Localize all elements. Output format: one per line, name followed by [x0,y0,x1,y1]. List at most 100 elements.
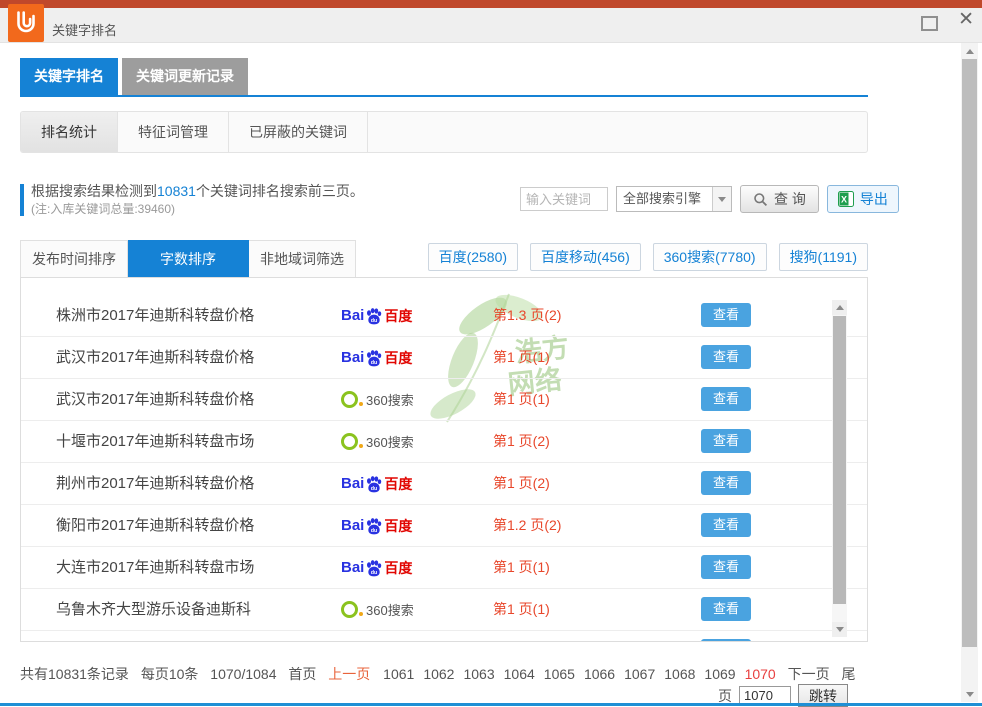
baidu-logo-name: 百度 [384,516,412,536]
so360-logo-name: 360搜索 [366,390,414,409]
svg-text:du: du [371,570,378,576]
scroll-up-icon[interactable] [961,43,978,59]
so360-ring-icon [341,601,358,618]
baidu-logo-name: 百度 [384,474,412,494]
window-scrollbar[interactable] [961,43,978,702]
baidu-logo-name: 百度 [384,348,412,368]
subtab-feature-word-management[interactable]: 特征词管理 [118,112,229,152]
so360-logo-icon: 360搜索 [341,390,414,409]
page-number-link[interactable]: 1062 [423,666,454,682]
view-button[interactable]: 查看 [701,429,751,453]
svg-text:du: du [371,318,378,324]
engine-counts: 百度(2580) 百度移动(456) 360搜索(7780) 搜狗(1191) [428,243,868,271]
page-number-link[interactable]: 1068 [664,666,695,682]
baidu-logo-icon: Baidu百度 [341,348,412,368]
maximize-button[interactable] [921,16,938,31]
engine-cell: 360搜索 [341,421,414,462]
filtertab-non-region-filter[interactable]: 非地域词筛选 [249,240,356,278]
view-button[interactable]: 查看 [701,597,751,621]
list-scrollbar[interactable] [832,300,847,637]
search-input[interactable] [520,187,608,211]
engine-count-baidu-mobile[interactable]: 百度移动(456) [530,243,641,271]
table-row: 株洲市2017年迪斯科转盘价格 Baidu百度 第1.3 页(2) 查看 [21,295,867,337]
filtertab-publish-time-sort[interactable]: 发布时间排序 [20,240,128,278]
keyword-text: 荆州市2017年迪斯科转盘价格 [56,463,254,504]
window-titlebar [0,8,982,43]
baidu-logo-icon: Baidu百度 [341,306,412,326]
page-rank-text: 第1 页(1) [493,589,550,630]
subtab-blocked-keywords[interactable]: 已屏蔽的关键词 [229,112,368,152]
engine-count-sogou[interactable]: 搜狗(1191) [779,243,868,271]
filter-tabs: 发布时间排序字数排序非地域词筛选 [20,240,356,278]
filtertab-word-count-sort[interactable]: 字数排序 [128,240,249,278]
page-number-link[interactable]: 1070 [745,666,776,682]
first-page-link[interactable]: 首页 [288,666,316,682]
view-button[interactable]: 查看 [701,555,751,579]
last-page-link-part1[interactable]: 尾 [842,666,856,682]
prev-page-link[interactable]: 上一页 [328,666,370,682]
baidu-paw-icon: du [365,475,383,493]
app-logo-u-icon [14,10,38,36]
page-number-link[interactable]: 1069 [704,666,735,682]
chevron-down-icon[interactable] [712,187,731,211]
baidu-paw-icon: du [365,349,383,367]
page-number-links: 1061 1062 1063 1064 1065 1066 1067 1068 1069 1070 [374,666,776,682]
summary-accent-bar [20,184,24,216]
page-number-link[interactable]: 1064 [504,666,535,682]
keyword-text: 大连市2017年迪斯科转盘市场 [56,547,254,588]
svg-text:du: du [371,360,378,366]
close-button[interactable]: ✕ [958,10,974,29]
scroll-down-icon[interactable] [832,622,847,637]
keyword-text: 乌鲁木齐大型游乐设备迪斯科 [56,589,251,630]
window-scrollbar-thumb[interactable] [962,59,977,647]
so360-dot-icon [359,444,363,448]
view-button[interactable]: 查看 [701,345,751,369]
so360-logo-name: 360搜索 [366,432,414,451]
view-button[interactable]: 查看 [701,471,751,495]
engine-cell: 360搜索 [341,589,414,630]
page-rank-text: 第1 页(2) [493,421,550,462]
search-icon [753,192,768,207]
subtab-ranking-stats[interactable]: 排名统计 [21,112,118,152]
summary-count: 10831 [157,183,196,199]
keyword-text: 株洲市2017年迪斯科转盘价格 [56,295,254,336]
engine-count-baidu[interactable]: 百度(2580) [428,243,518,271]
scroll-down-icon[interactable] [961,686,978,702]
export-button[interactable]: X 导出 [827,185,899,213]
list-scrollbar-thumb[interactable] [833,316,846,604]
view-button[interactable]: 查看 [701,387,751,411]
page-number-link[interactable]: 1063 [463,666,494,682]
scroll-up-icon[interactable] [832,300,847,315]
baidu-logo-name: 百度 [384,306,412,326]
summary-note: (注:入库关键词总量:39460) [31,201,364,217]
window-top-strip [0,0,982,8]
tab-keyword-update-log[interactable]: 关键词更新记录 [122,58,248,95]
page-number-link[interactable]: 1066 [584,666,615,682]
engine-select-value: 全部搜索引擎 [617,187,712,211]
view-button[interactable]: 查看 [701,303,751,327]
engine-count-360[interactable]: 360搜索(7780) [653,243,767,271]
engine-select[interactable]: 全部搜索引擎 [616,186,732,212]
page-number-link[interactable]: 1067 [624,666,655,682]
tab-keyword-ranking[interactable]: 关键字排名 [20,58,118,95]
so360-logo-name: 360搜索 [366,600,414,619]
window-title: 关键字排名 [52,20,117,39]
table-row: 大连市2017年迪斯科转盘市场 Baidu百度 第1 页(1) 查看 [21,547,867,589]
baidu-logo-bai: Bai [341,517,364,534]
baidu-logo-icon: Baidu百度 [341,558,412,578]
engine-cell: 360搜索 [341,379,414,420]
query-button[interactable]: 查 询 [740,185,819,213]
keyword-text: 十堰市2017年迪斯科转盘市场 [56,421,254,462]
baidu-logo-name: 百度 [384,558,412,578]
tab-underline [20,95,868,97]
view-button[interactable]: 查看 [701,639,751,642]
pagination-position: 1070/1084 [210,666,276,682]
page-number-link[interactable]: 1065 [544,666,575,682]
baidu-logo-icon: Baidu百度 [341,474,412,494]
next-page-link[interactable]: 下一页 [788,666,830,682]
view-button[interactable]: 查看 [701,513,751,537]
svg-text:du: du [371,528,378,534]
page-rank-text: 第1.3 页(2) [493,295,561,336]
summary-text: 根据搜索结果检测到10831个关键词排名搜索前三页。 [31,182,364,201]
page-number-link[interactable]: 1061 [383,666,414,682]
